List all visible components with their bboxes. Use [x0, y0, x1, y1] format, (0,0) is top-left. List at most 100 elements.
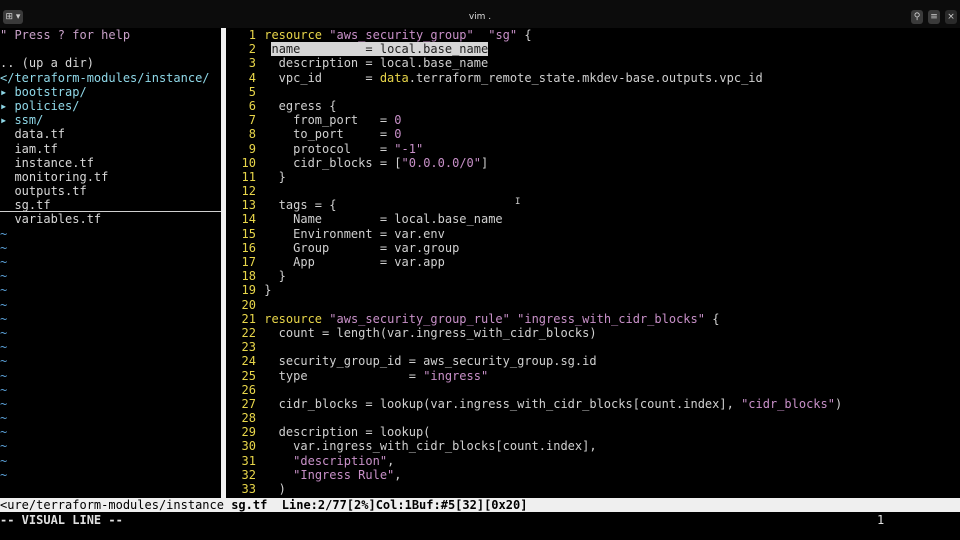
line-number: 26: [241, 382, 256, 397]
line-number: 4: [248, 70, 256, 85]
tree-up-dir[interactable]: .. (up a dir): [0, 56, 221, 70]
line-number: 18: [241, 269, 256, 284]
tree-file-item[interactable]: instance.tf: [0, 156, 221, 170]
code-token: 0: [394, 113, 402, 128]
command-line-mode: -- VISUAL LINE --: [0, 513, 123, 527]
code-token: ]: [481, 155, 489, 170]
code-line[interactable]: 19 }: [230, 283, 955, 297]
code-token: {: [517, 28, 532, 42]
tree-empty-line: ~: [0, 396, 8, 411]
code-line[interactable]: 5: [230, 85, 955, 99]
code-line[interactable]: 16 Group = var.group: [230, 241, 955, 255]
code-token: var.ingress_with_cidr_blocks[count.index…: [264, 439, 597, 454]
code-line[interactable]: 4 vpc_id = data.terraform_remote_state.m…: [230, 71, 955, 85]
tree-file-item[interactable]: monitoring.tf: [0, 170, 221, 184]
tree-dir-item[interactable]: ▸ policies/: [0, 99, 221, 113]
tree-dir-item[interactable]: ▸ ssm/: [0, 113, 221, 127]
tree-empty-line: ~: [0, 226, 8, 241]
code-line[interactable]: 28: [230, 411, 955, 425]
code-line[interactable]: 33 ): [230, 482, 955, 496]
window-title: vim .: [468, 12, 492, 22]
line-number: 11: [241, 169, 256, 184]
code-line[interactable]: 2 name = local.base_name: [230, 42, 955, 57]
code-token: ): [834, 396, 843, 411]
tree-empty-line: ~: [0, 354, 8, 369]
code-token: resource: [264, 28, 330, 42]
terminal-area[interactable]: " Press ? for help .. (up a dir) </terrafo…: [0, 28, 960, 540]
code-line[interactable]: 18 }: [230, 269, 955, 283]
code-token: {: [704, 311, 720, 326]
code-line[interactable]: 22 count = length(var.ingress_with_cidr_…: [230, 326, 955, 340]
code-editor-pane[interactable]: 1 resource "aws_security_group" "sg" {2 …: [230, 28, 955, 498]
tree-file-item[interactable]: variables.tf: [0, 212, 221, 226]
code-line[interactable]: 29 description = lookup(: [230, 425, 955, 439]
tree-file-item[interactable]: outputs.tf: [0, 184, 221, 198]
line-number: 20: [241, 297, 256, 312]
code-line[interactable]: 32 "Ingress Rule",: [230, 468, 955, 482]
code-token: "Ingress Rule": [293, 467, 395, 482]
code-token: 0: [394, 127, 402, 142]
code-token: "aws_security_group_rule": [329, 311, 510, 326]
line-number: 27: [241, 396, 256, 411]
code-line[interactable]: 13 tags = {: [230, 198, 955, 212]
pane-separator[interactable]: [221, 28, 226, 498]
tree-file-item[interactable]: iam.tf: [0, 142, 221, 156]
code-line[interactable]: 21 resource "aws_security_group_rule" "i…: [230, 312, 955, 326]
code-token: to_port =: [264, 127, 395, 142]
status-info: Line:2/77[2%]Col:1Buf:#5[32][0x20]: [281, 498, 528, 512]
tree-blank: [0, 42, 221, 56]
code-line[interactable]: 24 security_group_id = aws_security_grou…: [230, 354, 955, 368]
status-path: <ure/terraform-modules/instance: [0, 498, 224, 512]
code-line[interactable]: 27 cidr_blocks = lookup(var.ingress_with…: [230, 397, 955, 411]
code-line[interactable]: 6 egress {: [230, 99, 955, 113]
code-token: "-1": [394, 141, 424, 156]
line-number: 6: [248, 98, 256, 113]
tree-help-text: " Press ? for help: [0, 28, 131, 42]
file-tree-pane[interactable]: " Press ? for help .. (up a dir) </terrafo…: [0, 28, 221, 498]
search-icon[interactable]: ⚲: [911, 10, 923, 24]
code-token: Environment = var.env: [264, 226, 445, 241]
close-icon[interactable]: ×: [945, 10, 957, 24]
line-number: 28: [241, 411, 256, 426]
code-line[interactable]: 8 to_port = 0: [230, 127, 955, 141]
tree-empty-line: ~: [0, 467, 8, 482]
line-number: 12: [241, 184, 256, 199]
line-number: 16: [241, 240, 256, 255]
code-token: tags = {: [264, 198, 337, 213]
code-line[interactable]: 30 var.ingress_with_cidr_blocks[count.in…: [230, 439, 955, 453]
code-line[interactable]: 23: [230, 340, 955, 354]
code-line[interactable]: 15 Environment = var.env: [230, 227, 955, 241]
line-number: 5: [248, 84, 256, 99]
line-number: 22: [241, 325, 256, 340]
tree-empty-line: ~: [0, 283, 8, 298]
code-line[interactable]: 3 description = local.base_name: [230, 56, 955, 70]
code-line[interactable]: 26: [230, 383, 955, 397]
window-titlebar: ⊞ ▾ vim . ⚲ ≡ ×: [0, 0, 960, 28]
tree-empty-line: ~: [0, 325, 8, 340]
code-line[interactable]: 10 cidr_blocks = ["0.0.0.0/0"]: [230, 156, 955, 170]
code-token: cidr_blocks = [: [264, 155, 402, 170]
tree-empty-line: ~: [0, 425, 8, 440]
tree-dir-item[interactable]: ▸ bootstrap/: [0, 85, 221, 99]
code-line[interactable]: 17 App = var.app: [230, 255, 955, 269]
code-line[interactable]: 31 "description",: [230, 454, 955, 468]
tree-empty-line: ~: [0, 453, 8, 468]
line-number: 30: [241, 439, 256, 454]
code-line[interactable]: 11 }: [230, 170, 955, 184]
tree-file-item[interactable]: data.tf: [0, 127, 221, 141]
code-line[interactable]: 1 resource "aws_security_group" "sg" {: [230, 28, 955, 42]
code-line[interactable]: 9 protocol = "-1": [230, 142, 955, 156]
code-token: vpc_id =: [264, 70, 380, 85]
status-line: <ure/terraform-modules/instance sg.tf Li…: [0, 498, 960, 512]
hamburger-menu-icon[interactable]: ≡: [928, 10, 940, 24]
code-line[interactable]: 12: [230, 184, 955, 198]
code-token: egress {: [264, 98, 337, 113]
line-number: 24: [241, 354, 256, 369]
code-line[interactable]: 20: [230, 298, 955, 312]
code-token: "aws_security_group": [329, 28, 474, 42]
code-token: .terraform_remote_state.mkdev-base.outpu…: [408, 70, 763, 85]
code-line[interactable]: 25 type = "ingress": [230, 369, 955, 383]
code-line[interactable]: 14 Name = local.base_name: [230, 212, 955, 226]
code-line[interactable]: 7 from_port = 0: [230, 113, 955, 127]
